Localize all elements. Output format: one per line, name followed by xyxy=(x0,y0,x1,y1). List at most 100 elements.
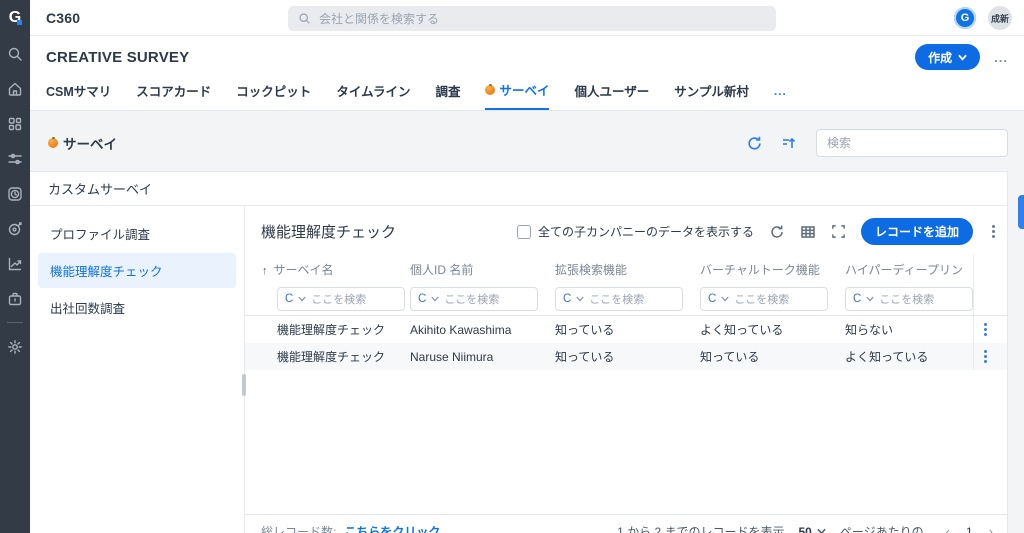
global-search-input[interactable]: 会社と関係を検索する xyxy=(288,6,776,31)
gear-icon xyxy=(7,339,23,355)
create-button[interactable]: 作成 xyxy=(915,44,980,70)
briefcase-icon xyxy=(7,291,23,307)
chevron-down-icon xyxy=(298,296,306,302)
table-body: 機能理解度チェック Akihito Kawashima 知っている よく知ってい… xyxy=(245,315,1007,370)
gainsight-badge[interactable]: G xyxy=(954,7,976,29)
filter-actions-cell xyxy=(973,283,1007,315)
table-row[interactable]: 機能理解度チェック Akihito Kawashima 知っている よく知ってい… xyxy=(245,316,1007,343)
table-refresh-icon[interactable] xyxy=(769,224,785,240)
custom-survey-card: カスタムサーベイ プロファイル調査 機能理解度チェック 出社回数調査 機能理解度… xyxy=(30,171,1008,533)
column-header-extended-search[interactable]: 拡張検索機能 xyxy=(555,261,700,278)
section-title: サーベイ xyxy=(48,133,117,153)
column-header-virtual-talk[interactable]: バーチャルトーク機能 xyxy=(700,261,845,278)
rail-divider xyxy=(7,322,23,323)
sort-ascending-icon: ↑ xyxy=(262,265,268,277)
line-chart-icon xyxy=(7,256,23,272)
chevron-down-icon xyxy=(721,296,729,302)
survey-search-input[interactable] xyxy=(816,129,1008,157)
refresh-icon[interactable] xyxy=(746,135,763,152)
nav-work[interactable] xyxy=(0,281,30,316)
tab-cockpit[interactable]: コックピット xyxy=(236,81,311,109)
global-search-nav-icon[interactable] xyxy=(0,36,30,71)
list-item-profile-survey[interactable]: プロファイル調査 xyxy=(38,216,236,251)
row-actions-kebab-icon[interactable] xyxy=(980,348,991,365)
nav-reports[interactable] xyxy=(0,246,30,281)
tab-survey[interactable]: サーベイ xyxy=(485,80,549,110)
header-actions-cell xyxy=(973,255,1007,283)
chevron-down-icon xyxy=(817,528,826,533)
tab-timeline[interactable]: タイムライン xyxy=(336,81,410,109)
side-panel-toggle[interactable] xyxy=(1018,195,1024,229)
clock-icon xyxy=(7,186,23,202)
tab-scorecard[interactable]: スコアカード xyxy=(136,81,211,109)
home-icon xyxy=(7,81,23,97)
filter-input-hyper-deeplink[interactable]: Cここを検索 xyxy=(845,287,973,311)
filter-input-person-name[interactable]: Cここを検索 xyxy=(410,287,538,311)
nav-success-plans[interactable] xyxy=(0,211,30,246)
sort-icon[interactable] xyxy=(781,136,798,151)
grid-view-icon[interactable] xyxy=(800,224,816,240)
search-icon xyxy=(298,12,311,25)
per-page-label: ページあたりの xyxy=(840,523,924,533)
header-more-menu[interactable]: ... xyxy=(994,50,1008,65)
survey-table-panel: 機能理解度チェック 全ての子カンパニーのデータを表示する レコードを追加 xyxy=(245,206,1007,533)
tabs-overflow-menu[interactable]: ... xyxy=(774,84,787,107)
record-range-text: 1 から 2 までのレコードを表示 xyxy=(617,523,784,533)
panel-resize-handle[interactable] xyxy=(242,374,246,396)
table-footer: 総レコード数: こちらをクリック 1 から 2 までのレコードを表示 50 ペー… xyxy=(245,514,1007,533)
table-title: 機能理解度チェック xyxy=(261,221,396,242)
nav-timeline[interactable] xyxy=(0,176,30,211)
global-search-placeholder: 会社と関係を検索する xyxy=(319,10,439,27)
survey-list-panel: プロファイル調査 機能理解度チェック 出社回数調査 xyxy=(30,206,245,533)
total-records-link[interactable]: こちらをクリック xyxy=(344,523,440,533)
row-actions-kebab-icon[interactable] xyxy=(980,321,991,338)
table-header-row: ↑サーベイ名 個人ID 名前 拡張検索機能 バーチャルトーク機能 ハイパーディー… xyxy=(245,255,1007,283)
current-page: 1 xyxy=(966,525,973,533)
add-record-button[interactable]: レコードを追加 xyxy=(861,218,973,245)
checkbox-icon xyxy=(517,225,531,239)
table-filter-row: Cここを検索 Cここを検索 Cここを検索 Cここを検索 Cここを検索 xyxy=(245,283,1007,315)
topbar: C360 会社と関係を検索する G 成新 xyxy=(30,0,1024,36)
total-records-label: 総レコード数: xyxy=(261,523,336,533)
dashboard-icon xyxy=(7,116,23,132)
main-area: C360 会社と関係を検索する G 成新 CREATIVE SURVEY 作成 … xyxy=(30,0,1024,533)
list-item-office-count[interactable]: 出社回数調査 xyxy=(38,290,236,325)
nav-settings[interactable] xyxy=(0,329,30,364)
filter-input-virtual-talk[interactable]: Cここを検索 xyxy=(700,287,828,311)
page-header: CREATIVE SURVEY 作成 ... CSMサマリ スコアカード コック… xyxy=(30,36,1024,111)
nav-dashboard[interactable] xyxy=(0,106,30,141)
tab-chousa[interactable]: 調査 xyxy=(435,81,460,109)
show-child-companies-checkbox[interactable]: 全ての子カンパニーのデータを表示する xyxy=(517,223,754,240)
page-size-select[interactable]: 50 xyxy=(799,525,826,533)
list-item-feature-check[interactable]: 機能理解度チェック xyxy=(38,253,236,288)
orange-survey-icon xyxy=(485,85,495,95)
table-options-kebab-icon[interactable] xyxy=(988,223,999,240)
avatar[interactable]: 成新 xyxy=(988,6,1012,30)
tab-person-user[interactable]: 個人ユーザー xyxy=(574,81,649,109)
expand-icon[interactable] xyxy=(831,224,846,239)
column-header-hyper-deeplink[interactable]: ハイパーディープリン xyxy=(845,261,973,278)
orange-survey-icon xyxy=(48,138,58,148)
chevron-down-icon xyxy=(866,296,874,302)
filter-input-extended-search[interactable]: Cここを検索 xyxy=(555,287,683,311)
tab-bar: CSMサマリ スコアカード コックピット タイムライン 調査 サーベイ 個人ユー… xyxy=(30,70,1024,110)
tab-csm-summary[interactable]: CSMサマリ xyxy=(46,81,111,109)
page-title: C360 xyxy=(46,10,80,26)
gainsight-logo[interactable]: G xyxy=(0,0,30,36)
tab-sample-niimura[interactable]: サンプル新村 xyxy=(674,81,749,109)
company-title: CREATIVE SURVEY xyxy=(46,49,189,66)
table-row[interactable]: 機能理解度チェック Naruse Niimura 知っている 知っている よく知… xyxy=(245,343,1007,370)
filter-input-survey-name[interactable]: Cここを検索 xyxy=(277,287,405,311)
column-header-survey-name[interactable]: ↑サーベイ名 xyxy=(262,261,410,278)
sliders-icon xyxy=(7,151,23,167)
card-title: カスタムサーベイ xyxy=(30,172,1007,206)
next-page-icon[interactable]: › xyxy=(989,524,993,533)
nav-home[interactable] xyxy=(0,71,30,106)
nav-cockpit[interactable] xyxy=(0,141,30,176)
chevron-down-icon xyxy=(576,296,584,302)
left-nav-rail: G xyxy=(0,0,30,533)
search-icon xyxy=(7,46,23,62)
target-icon xyxy=(7,221,23,237)
prev-page-icon[interactable]: ‹ xyxy=(946,524,950,533)
column-header-person-name[interactable]: 個人ID 名前 xyxy=(410,261,555,278)
